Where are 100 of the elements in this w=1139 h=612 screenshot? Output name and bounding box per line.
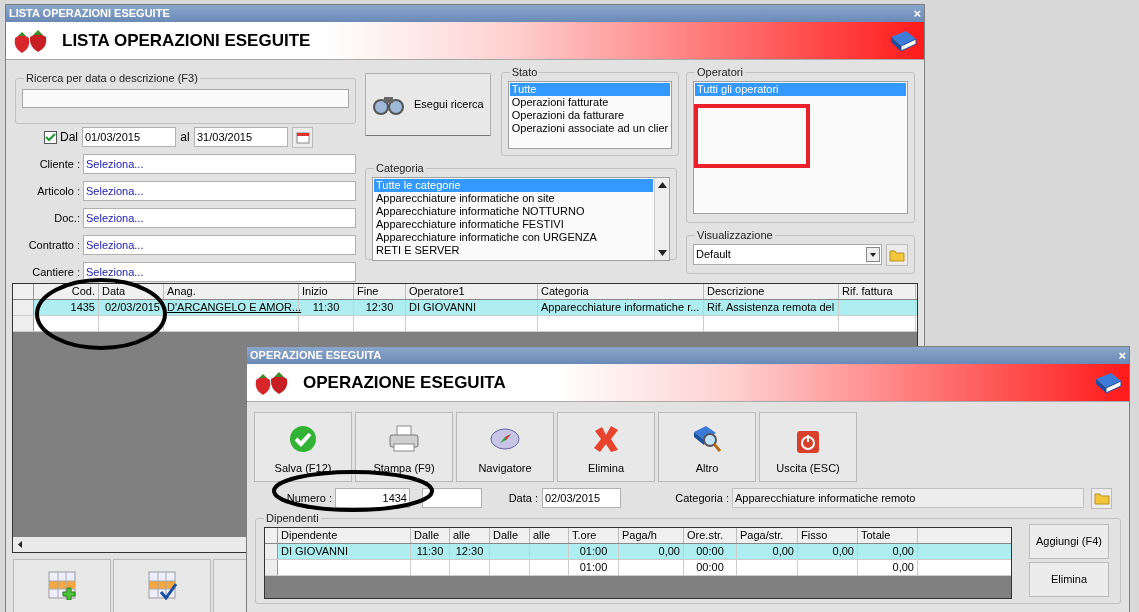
toolbar-button[interactable]: Elimina [557, 412, 655, 482]
column-header[interactable]: Fine [354, 284, 406, 299]
column-header[interactable]: Totale [858, 527, 918, 543]
list-item[interactable]: Operazioni associate ad un clier [509, 121, 671, 135]
column-header[interactable]: Data [99, 284, 164, 299]
column-header[interactable]: Operatore1 [406, 284, 538, 299]
column-header[interactable]: Descrizione [704, 284, 839, 299]
toolbar-button[interactable] [13, 559, 111, 612]
group-label: Visualizzazione [696, 228, 774, 243]
table-cell-text: 01:00 [578, 543, 609, 559]
input-field[interactable]: 01/03/2015 [82, 127, 176, 148]
power-icon [796, 429, 820, 454]
field-label: al [179, 129, 191, 147]
list-item[interactable]: Apparecchiature informatiche con URGENZA [374, 230, 653, 244]
folder-icon [1093, 491, 1110, 505]
column-header[interactable]: Inizio [299, 284, 354, 299]
column-header[interactable]: Cod. [34, 284, 99, 299]
scrollbar[interactable] [654, 177, 669, 260]
field-label: Categoria : [674, 490, 730, 506]
calendar-button[interactable] [292, 126, 313, 148]
column-header[interactable]: Dalle [490, 527, 530, 543]
dropdown[interactable]: Default [693, 244, 882, 265]
group-label: Stato [510, 65, 539, 80]
table-cell-text: 0,00 [891, 559, 915, 575]
action-button[interactable]: Elimina [1029, 561, 1109, 597]
column-header[interactable]: Paga/str. [737, 527, 798, 543]
row-header[interactable] [13, 300, 34, 315]
column-header[interactable]: Ore.str. [684, 527, 737, 543]
input-field[interactable] [422, 488, 482, 508]
row-header[interactable] [13, 316, 34, 331]
book-icon [1093, 370, 1123, 395]
column-header[interactable]: Rif. fattura [839, 284, 916, 299]
table-cell-text: 00:00 [695, 559, 725, 575]
column-header[interactable]: Categoria [538, 284, 704, 299]
list-item[interactable]: Operazioni fatturate [509, 95, 671, 109]
checkbox-label: Dal [60, 129, 79, 147]
input-field[interactable]: Seleziona... [83, 208, 356, 228]
toolbar-button[interactable]: Altro [658, 412, 756, 482]
table-cell-text: 11:30 [311, 300, 341, 315]
column-header[interactable]: Paga/h [619, 527, 684, 543]
column-header[interactable]: Dalle [411, 527, 450, 543]
list-item[interactable]: Apparecchiature informatiche NOTTURNO [374, 204, 653, 218]
list-item[interactable]: RETI E SERVER [374, 243, 653, 257]
table-cell-text: 11:30 [415, 543, 445, 559]
search-field[interactable] [22, 88, 349, 108]
field-label: Cliente : [38, 156, 81, 172]
group-label: Ricerca per data o descrizione (F3) [25, 71, 199, 86]
input-field[interactable]: Seleziona... [83, 154, 356, 174]
input-field[interactable]: Seleziona... [83, 181, 356, 201]
column-header[interactable]: Anag. [164, 284, 299, 299]
group-label: Categoria [375, 161, 425, 176]
table-cell-text: 00:00 [695, 543, 725, 559]
table-add-icon [47, 570, 77, 600]
folder-button[interactable] [1091, 487, 1112, 509]
list-item[interactable]: Operazioni da fatturare [509, 108, 671, 122]
search-button[interactable]: Esegui ricerca [365, 73, 491, 136]
column-header[interactable]: Fisso [798, 527, 858, 543]
table-check-icon [147, 570, 177, 600]
group-label: Operatori [696, 65, 744, 80]
field-label: Articolo : [36, 183, 81, 199]
field-label: Cantiere : [31, 264, 81, 280]
column-header[interactable]: alle [450, 527, 490, 543]
column-header[interactable]: T.ore [569, 527, 619, 543]
column-header[interactable]: Dipendente [278, 527, 411, 543]
input-field[interactable]: 31/03/2015 [194, 127, 288, 148]
list-item[interactable]: Apparecchiature informatiche on site [374, 191, 653, 205]
list-item[interactable]: Apparecchiature informatiche FESTIVI [374, 217, 653, 231]
toolbar-button[interactable] [113, 559, 211, 612]
toolbar-button[interactable]: Uscita (ESC) [759, 412, 857, 482]
header-title: OPERAZIONE ESEGUITA [303, 371, 506, 394]
column-header[interactable]: alle [530, 527, 569, 543]
input-field[interactable]: 02/03/2015 [542, 488, 621, 508]
table-cell-text: D'ARCANGELO E AMOR... [166, 300, 298, 315]
table-cell-text: 0,00 [891, 543, 915, 559]
field-label: Data : [507, 490, 539, 506]
table-cell-text: 02/03/2015 [103, 300, 161, 315]
delete-icon [591, 423, 621, 454]
field-label: Doc.: [53, 210, 81, 226]
table-row[interactable] [13, 316, 917, 332]
input-field[interactable]: Seleziona... [83, 235, 356, 255]
book-icon [888, 28, 918, 53]
input-field[interactable]: Seleziona... [83, 262, 356, 282]
book-search-icon [692, 423, 722, 454]
input-field[interactable]: Apparecchiature informatiche remoto [732, 488, 1084, 508]
table-cell-text: DI GIOVANNI [280, 543, 350, 559]
table-cell-text: 12:30 [454, 543, 485, 559]
header-title: LISTA OPERAZIONI ESEGUITE [62, 29, 311, 52]
toolbar-button[interactable]: Salva (F12) [254, 412, 352, 482]
action-button[interactable]: Aggiungi (F4) [1029, 523, 1109, 559]
folder-button[interactable] [886, 243, 908, 266]
table-cell-text: 1435 [69, 300, 96, 315]
checkbox[interactable] [44, 130, 57, 144]
table-cell-text: 0,00 [831, 543, 855, 559]
table-row[interactable]: 1435 02/03/2015 D'ARCANGELO E AMOR... 11:30 12:30 DI GIOVANNI Apparecchiature informatiche r... Rif. Assistenza remota del [13, 300, 917, 316]
input-field[interactable]: 1434 [335, 488, 410, 508]
table-cell-text: 01:00 [578, 559, 609, 575]
toolbar-button[interactable]: Navigatore [456, 412, 554, 482]
window-title: LISTA OPERAZIONI ESEGUITE [9, 8, 170, 19]
table-cell-text: Rif. Assistenza remota del [706, 300, 836, 315]
group-label: Dipendenti [265, 511, 320, 526]
